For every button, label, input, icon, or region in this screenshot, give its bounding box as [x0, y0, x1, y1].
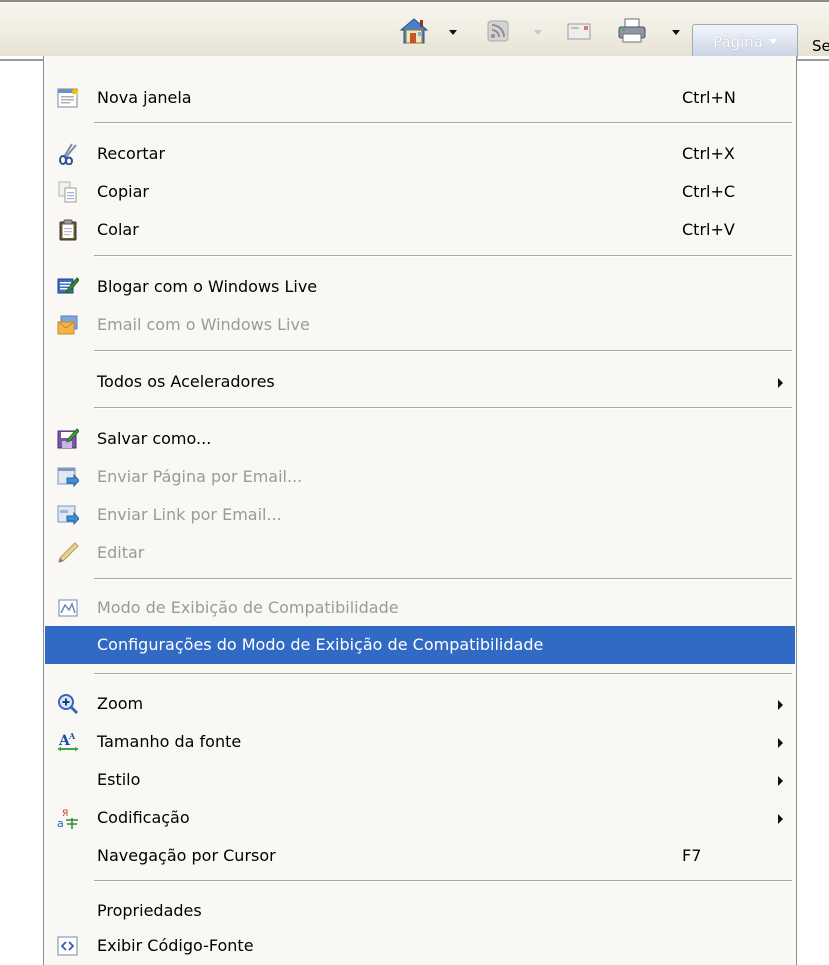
- feeds-dropdown[interactable]: [534, 30, 542, 35]
- rss-feed-icon: [487, 20, 509, 42]
- menu-item-label: Salvar como...: [97, 429, 212, 448]
- menu-item-shortcut: F7: [682, 846, 702, 865]
- home-button[interactable]: [399, 16, 429, 46]
- menu-item-view-source[interactable]: Exibir Código-Fonte: [45, 927, 795, 965]
- menu-item-shortcut: Ctrl+V: [682, 220, 735, 239]
- feeds-button[interactable]: [487, 16, 509, 46]
- menu-item-paste[interactable]: Colar Ctrl+V: [45, 211, 795, 249]
- menu-item-label: Email com o Windows Live: [97, 315, 310, 334]
- scissors-icon: [59, 143, 77, 165]
- menu-item-send-page-email[interactable]: Enviar Página por Email...: [45, 458, 795, 496]
- menu-item-email-windows-live[interactable]: Email com o Windows Live: [45, 306, 795, 344]
- blog-icon: [57, 277, 79, 294]
- menu-item-blog-windows-live[interactable]: Blogar com o Windows Live: [45, 268, 795, 306]
- home-icon: [399, 18, 429, 44]
- menu-separator: [94, 407, 792, 409]
- menu-item-send-link-email[interactable]: Enviar Link por Email...: [45, 496, 795, 534]
- clipboard-icon: [59, 219, 77, 241]
- menu-item-label: Nova janela: [97, 88, 192, 107]
- command-bar: Página Se: [0, 0, 829, 58]
- svg-text:a: a: [57, 817, 64, 829]
- print-button[interactable]: [617, 16, 647, 46]
- menu-item-all-accelerators[interactable]: Todos os Aceleradores: [45, 363, 795, 401]
- menu-item-edit[interactable]: Editar: [45, 534, 795, 572]
- menu-item-style[interactable]: Estilo: [45, 761, 795, 799]
- page-dropdown-menu: Nova janela Ctrl+N Recortar Ctrl+X Copia…: [43, 56, 797, 965]
- read-mail-button[interactable]: [566, 16, 592, 46]
- menu-separator: [94, 673, 792, 675]
- encoding-icon: Я a: [57, 809, 78, 829]
- toolbar-divider: [0, 59, 43, 61]
- menu-item-label: Tamanho da fonte: [97, 732, 242, 751]
- submenu-arrow-icon: [778, 700, 783, 710]
- menu-separator: [94, 255, 792, 257]
- copy-icon: [58, 181, 77, 203]
- menu-item-label: Estilo: [97, 770, 141, 789]
- save-icon: [57, 428, 79, 449]
- menu-separator: [94, 880, 792, 882]
- pencil-icon: [58, 542, 79, 563]
- menu-item-label: Exibir Código-Fonte: [97, 936, 254, 955]
- submenu-arrow-icon: [778, 776, 783, 786]
- svg-text:A: A: [68, 731, 76, 741]
- menu-item-label: Modo de Exibição de Compatibilidade: [97, 598, 399, 617]
- new-window-icon: [57, 87, 79, 108]
- compatibility-icon: [58, 599, 78, 617]
- printer-icon: [618, 18, 646, 43]
- menu-item-label: Navegação por Cursor: [97, 846, 276, 865]
- menu-item-compatibility-view-settings[interactable]: Configurações do Modo de Exibição de Com…: [45, 626, 795, 664]
- menu-item-caret-browsing[interactable]: Navegação por Cursor F7: [45, 837, 795, 875]
- menu-item-label: Editar: [97, 543, 145, 562]
- menu-item-save-as[interactable]: Salvar como...: [45, 420, 795, 458]
- print-dropdown[interactable]: [672, 30, 680, 35]
- menu-item-label: Enviar Página por Email...: [97, 467, 303, 486]
- menu-item-label: Codificação: [97, 808, 190, 827]
- page-menu-button[interactable]: Página: [692, 24, 798, 58]
- menu-item-zoom[interactable]: Zoom: [45, 685, 795, 723]
- home-dropdown[interactable]: [449, 30, 457, 35]
- send-page-icon: [57, 467, 79, 488]
- menu-item-label: Zoom: [97, 694, 144, 713]
- toolbar-divider: [797, 59, 829, 61]
- submenu-arrow-icon: [778, 814, 783, 824]
- menu-item-font-size[interactable]: A A Tamanho da fonte: [45, 723, 795, 761]
- chevron-down-icon: [768, 39, 777, 44]
- zoom-icon: [58, 694, 79, 715]
- menu-item-new-window[interactable]: Nova janela Ctrl+N: [45, 79, 795, 117]
- menu-item-label: Todos os Aceleradores: [97, 372, 275, 391]
- font-size-icon: A A: [58, 731, 78, 752]
- source-code-icon: [57, 936, 78, 956]
- menu-item-compatibility-view[interactable]: Modo de Exibição de Compatibilidade: [45, 589, 795, 627]
- menu-item-cut[interactable]: Recortar Ctrl+X: [45, 135, 795, 173]
- menu-item-label: Enviar Link por Email...: [97, 505, 282, 524]
- menu-separator: [94, 350, 792, 352]
- send-link-icon: [57, 505, 79, 526]
- menu-item-label: Colar: [97, 220, 139, 239]
- menu-separator: [94, 578, 792, 580]
- menu-item-label: Configurações do Modo de Exibição de Com…: [97, 635, 544, 654]
- menu-item-shortcut: Ctrl+N: [682, 88, 736, 107]
- safety-menu-button[interactable]: Se: [812, 37, 829, 55]
- email-live-icon: [57, 315, 78, 335]
- submenu-arrow-icon: [778, 378, 783, 388]
- menu-item-label: Propriedades: [97, 901, 202, 920]
- menu-item-shortcut: Ctrl+C: [682, 182, 736, 201]
- menu-item-properties[interactable]: Propriedades: [45, 892, 795, 930]
- menu-separator: [94, 122, 792, 124]
- page-menu-label: Página: [713, 32, 763, 51]
- menu-item-encoding[interactable]: Я a Codificação: [45, 799, 795, 837]
- mail-icon: [567, 23, 591, 40]
- menu-item-label: Recortar: [97, 144, 166, 163]
- submenu-arrow-icon: [778, 738, 783, 748]
- menu-item-label: Blogar com o Windows Live: [97, 277, 318, 296]
- menu-item-label: Copiar: [97, 182, 149, 201]
- menu-item-copy[interactable]: Copiar Ctrl+C: [45, 173, 795, 211]
- menu-item-shortcut: Ctrl+X: [682, 144, 735, 163]
